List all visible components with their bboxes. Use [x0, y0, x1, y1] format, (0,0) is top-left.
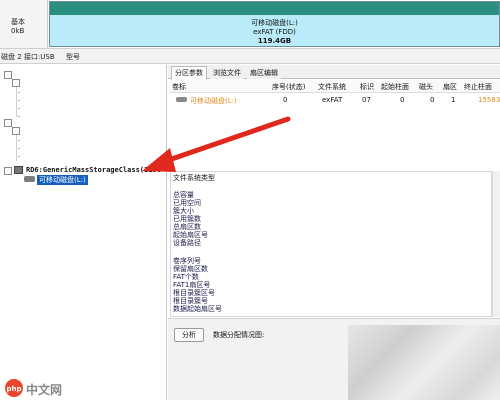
- tree-partition-label[interactable]: 可移动磁盘(L:): [37, 175, 88, 185]
- tree-expand-icon[interactable]: [4, 119, 12, 127]
- col-header-index[interactable]: 序号(状态): [272, 82, 305, 92]
- col-header-sector[interactable]: 扇区: [443, 82, 457, 92]
- col-header-head[interactable]: 磁头: [419, 82, 433, 92]
- partition-icon: [176, 97, 187, 102]
- disk-map: 基本 0kB 可移动磁盘(L:) exFAT (FDD) 119.4GB: [0, 0, 500, 48]
- fs-field-label: FAT个数: [173, 273, 199, 281]
- model-label: 型号: [66, 53, 80, 61]
- svg-text:php: php: [6, 385, 21, 393]
- tab-sector-edit[interactable]: 扇区编辑: [247, 67, 281, 79]
- fs-field-label: 保留扇区数: [173, 265, 208, 273]
- fs-field-label: 设备路径: [173, 239, 201, 247]
- table-empty-area: [170, 107, 500, 169]
- row-volume: 可移动磁盘(L:): [190, 97, 237, 105]
- filesystem-info-panel: 文件系统类型 总容量 已用空间 簇大小 已用簇数 总扇区数 起始扇区号 设备路径…: [170, 171, 492, 317]
- col-header-end-cyl[interactable]: 终止柱面: [464, 82, 492, 92]
- partition-icon: [24, 176, 35, 182]
- tree-disk-icon: [12, 127, 20, 135]
- disk-type-label: 基本: [11, 18, 25, 26]
- row-index: 0: [283, 96, 288, 104]
- distribution-chart-area: [348, 325, 500, 400]
- fs-type-label: 文件系统类型: [173, 174, 215, 182]
- fs-field-label: 已用空间: [173, 199, 201, 207]
- tree-collapse-icon[interactable]: [4, 167, 12, 175]
- watermark-text: 中文网: [26, 383, 63, 397]
- analyze-button[interactable]: 分析: [174, 328, 204, 342]
- fs-field-label: 簇大小: [173, 207, 194, 215]
- watermark: php 中文网: [4, 378, 84, 398]
- scrollbar[interactable]: [492, 171, 500, 317]
- fs-field-label: 根目录簇号: [173, 297, 208, 305]
- fs-field-label: 总扇区数: [173, 223, 201, 231]
- row-end-cyl: 15583: [478, 96, 500, 104]
- fs-field-label: 根目录簇区号: [173, 289, 215, 297]
- partition-stripe: [50, 2, 499, 15]
- row-start-cyl: 0: [400, 96, 405, 104]
- col-header-start-cyl[interactable]: 起始柱面: [381, 82, 409, 92]
- tab-browse-files[interactable]: 浏览文件: [210, 67, 244, 79]
- disk-tree[interactable]: RD6:GenericMassStorageClass(119G 可移动磁盘(L…: [0, 65, 167, 400]
- tab-bar: 分区参数 浏览文件 扇区编辑: [168, 65, 500, 80]
- fs-field-label: FAT1扇区号: [173, 281, 211, 289]
- php-logo-icon: php: [5, 379, 23, 397]
- col-header-id[interactable]: 标识: [360, 82, 374, 92]
- disk-info-text: 磁盘 2 接口:USB: [1, 53, 55, 61]
- partition-table-header: 卷标 序号(状态) 文件系统 标识 起始柱面 磁头 扇区 终止柱面: [170, 80, 500, 93]
- col-header-volume[interactable]: 卷标: [172, 82, 186, 92]
- disk-size-label: 0kB: [11, 27, 25, 35]
- data-distribution-label: 数据分配情况图:: [213, 331, 265, 339]
- row-head: 0: [430, 96, 435, 104]
- usb-drive-icon: [14, 166, 23, 174]
- fs-field-label: 数据起始扇区号: [173, 305, 222, 313]
- tree-disk-icon: [12, 79, 20, 87]
- partition-fs: exFAT (FDD): [253, 28, 296, 36]
- partition-name: 可移动磁盘(L:): [251, 19, 298, 27]
- tab-partition-params[interactable]: 分区参数: [171, 66, 207, 80]
- col-header-fs[interactable]: 文件系统: [318, 82, 346, 92]
- analysis-bar: 分析 数据分配情况图:: [168, 318, 500, 400]
- row-fs: exFAT: [322, 96, 343, 104]
- tree-expand-icon[interactable]: [4, 71, 12, 79]
- partition-block[interactable]: 可移动磁盘(L:) exFAT (FDD) 119.4GB: [49, 1, 500, 47]
- row-sector: 1: [451, 96, 456, 104]
- disk-label: 基本 0kB: [0, 0, 48, 48]
- fs-field-label: 已用簇数: [173, 215, 201, 223]
- partition-text: 可移动磁盘(L:) exFAT (FDD) 119.4GB: [50, 19, 499, 46]
- table-row[interactable]: 可移动磁盘(L:) 0 exFAT 07 0 0 1 15583: [170, 94, 500, 106]
- fs-field-label: 总容量: [173, 191, 194, 199]
- fs-field-label: 卷序列号: [173, 257, 201, 265]
- disk-info-strip: 磁盘 2 接口:USB 型号: [0, 48, 500, 64]
- row-id: 07: [362, 96, 371, 104]
- partition-size: 119.4GB: [257, 37, 292, 45]
- tree-device-label[interactable]: RD6:GenericMassStorageClass(119G: [26, 166, 161, 174]
- fs-field-label: 起始扇区号: [173, 231, 208, 239]
